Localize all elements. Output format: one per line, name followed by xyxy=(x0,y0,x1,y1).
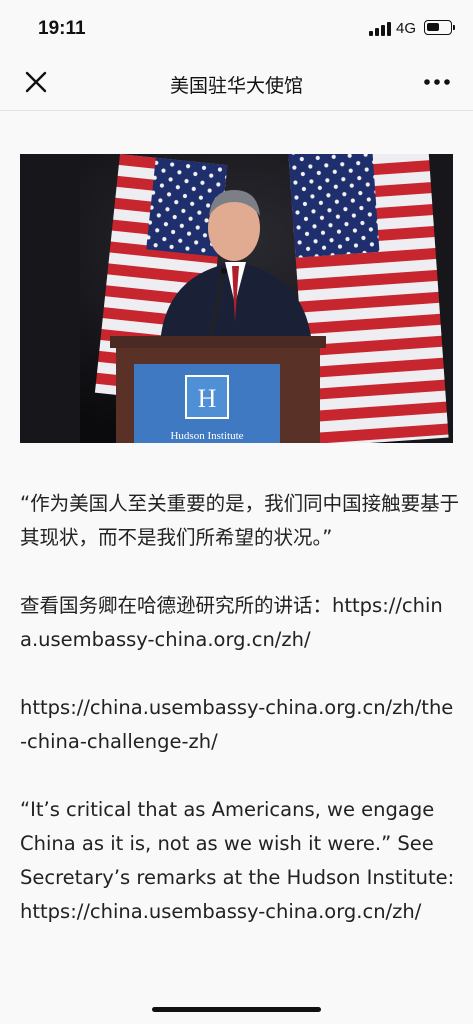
page-title: 美国驻华大使馆 xyxy=(169,75,303,97)
network-type: 4G xyxy=(396,20,417,37)
challenge-paragraph: https://china.usembassy-china.org.cn/zh/… xyxy=(20,691,460,759)
home-indicator[interactable] xyxy=(152,1007,321,1012)
podium-logo-letter: H xyxy=(198,384,217,413)
more-icon xyxy=(424,79,450,85)
nav-bar: 美国驻华大使馆 xyxy=(0,54,473,111)
quote-en-paragraph: “It’s critical that as Americans, we eng… xyxy=(20,793,460,929)
status-bar: 19:11 4G xyxy=(0,0,473,54)
quote-en: “It’s critical that as Americans, we eng… xyxy=(20,798,455,889)
challenge-link[interactable]: https://china.usembassy-china.org.cn/zh/… xyxy=(20,696,453,753)
remarks-en-link[interactable]: https://china.usembassy-china.org.cn/zh/ xyxy=(20,900,421,923)
close-button[interactable] xyxy=(20,66,52,98)
photo-illustration: H Hudson Institute xyxy=(20,154,453,443)
close-icon xyxy=(25,71,47,93)
status-time: 19:11 xyxy=(38,18,86,39)
remarks-zh-paragraph: 查看国务卿在哈德逊研究所的讲话：https://china.usembassy-… xyxy=(20,589,460,657)
podium-text: Hudson Institute xyxy=(170,430,243,442)
battery-icon xyxy=(424,20,452,35)
article-body: “作为美国人至关重要的是，我们同中国接触要基于其现状，而不是我们所希望的状况。”… xyxy=(20,487,460,963)
signal-icon xyxy=(369,22,391,36)
article-photo[interactable]: H Hudson Institute xyxy=(20,154,453,443)
quote-zh: “作为美国人至关重要的是，我们同中国接触要基于其现状，而不是我们所希望的状况。” xyxy=(20,492,460,549)
more-button[interactable] xyxy=(420,68,454,96)
battery-level xyxy=(427,23,439,31)
battery-tip xyxy=(453,25,455,30)
remarks-zh-prefix: 查看国务卿在哈德逊研究所的讲话： xyxy=(20,594,333,617)
